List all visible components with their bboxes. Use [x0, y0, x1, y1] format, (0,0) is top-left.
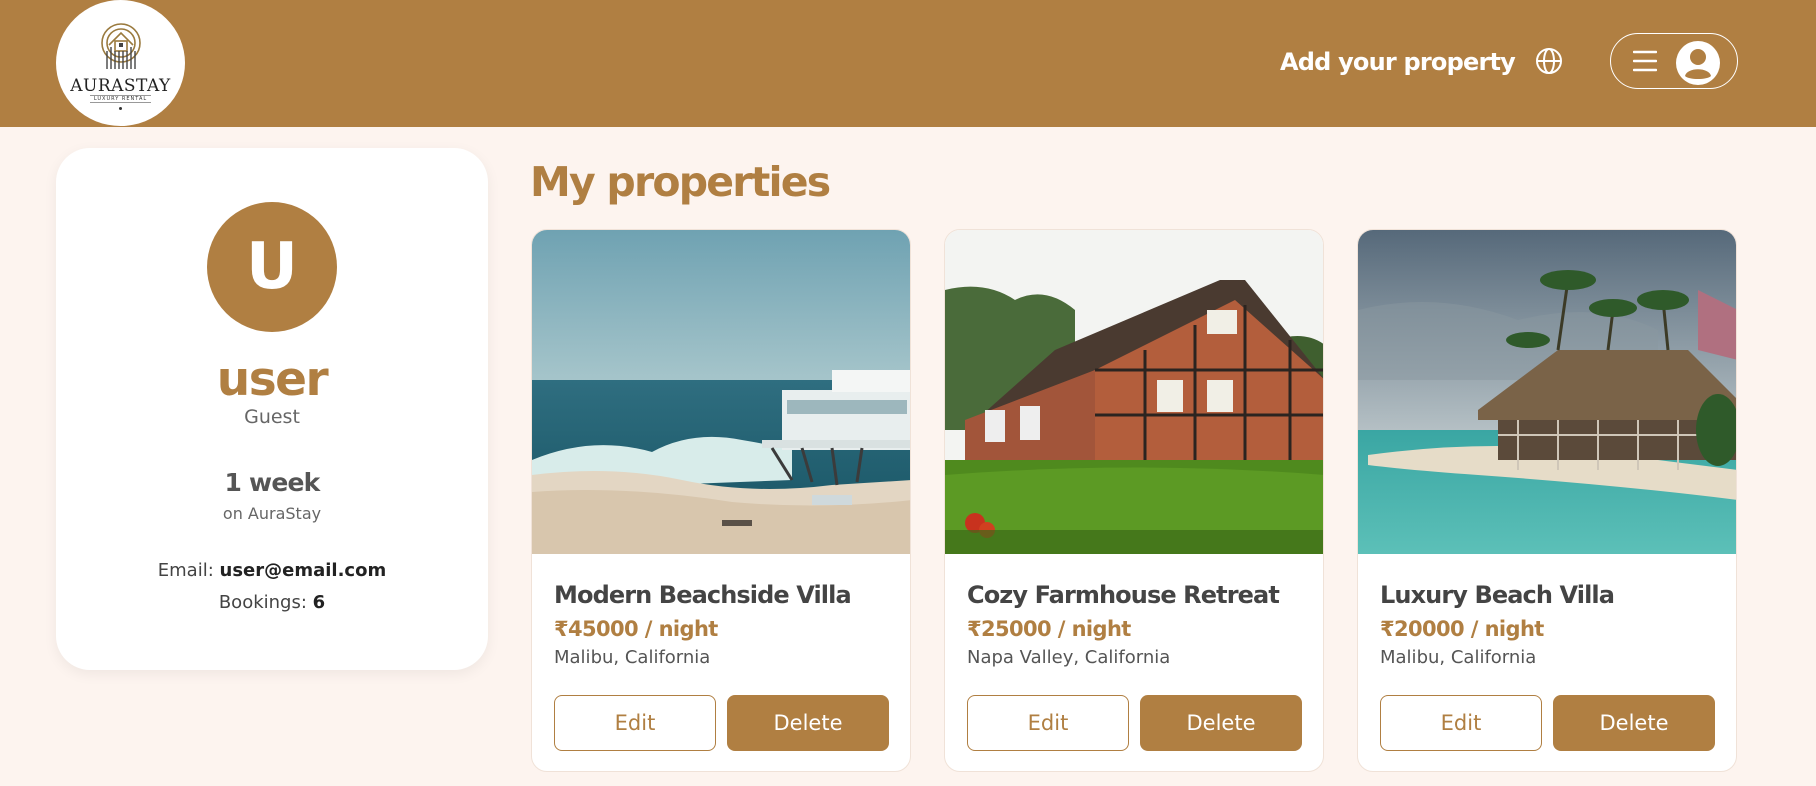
email-value: user@email.com: [219, 560, 387, 581]
email-label: Email:: [157, 560, 214, 581]
profile-avatar: U: [207, 202, 337, 332]
property-title: Luxury Beach Villa: [1380, 581, 1615, 609]
property-price: ₹20000 / night: [1380, 617, 1544, 641]
property-card[interactable]: Cozy Farmhouse Retreat ₹25000 / night Na…: [944, 229, 1324, 772]
user-avatar-icon: [1676, 41, 1720, 85]
property-price: ₹45000 / night: [554, 617, 718, 641]
property-photo[interactable]: [532, 230, 910, 554]
bookings-label: Bookings:: [218, 592, 307, 613]
delete-button[interactable]: Delete: [1140, 695, 1302, 751]
house-crest-icon: [100, 22, 141, 69]
logo-dot: [119, 106, 122, 110]
profile-bookings-row: Bookings: 6: [56, 592, 488, 613]
profile-role: Guest: [244, 406, 300, 428]
farmhouse-photo: [945, 230, 1323, 554]
property-location: Malibu, California: [554, 647, 711, 668]
page-title: My properties: [530, 158, 831, 206]
delete-button[interactable]: Delete: [727, 695, 889, 751]
hamburger-menu-icon: [1633, 50, 1657, 72]
profile-tenure: 1 week: [224, 468, 321, 497]
property-location: Napa Valley, California: [967, 647, 1171, 668]
edit-button[interactable]: Edit: [967, 695, 1129, 751]
profile-card: U user Guest 1 week on AuraStay Email: u…: [56, 148, 488, 670]
property-price: ₹25000 / night: [967, 617, 1131, 641]
bookings-count: 6: [312, 592, 326, 613]
edit-button[interactable]: Edit: [1380, 695, 1542, 751]
beach-villa-photo: [532, 230, 910, 554]
property-card[interactable]: Modern Beachside Villa ₹45000 / night Ma…: [531, 229, 911, 772]
logo-tagline: LUXURY RENTAL: [89, 94, 152, 103]
property-photo[interactable]: [945, 230, 1323, 554]
add-property-link[interactable]: Add your property: [1280, 44, 1516, 80]
profile-tenure-subtitle: on AuraStay: [222, 504, 322, 523]
edit-button[interactable]: Edit: [554, 695, 716, 751]
delete-button[interactable]: Delete: [1553, 695, 1715, 751]
property-title: Cozy Farmhouse Retreat: [967, 581, 1280, 609]
profile-name: user: [216, 352, 329, 407]
top-navbar: AURASTAY LUXURY RENTAL Add your property: [0, 0, 1816, 127]
property-location: Malibu, California: [1380, 647, 1537, 668]
property-card[interactable]: Luxury Beach Villa ₹20000 / night Malibu…: [1357, 229, 1737, 772]
luxury-beach-villa-photo: [1358, 230, 1736, 554]
profile-email-row: Email: user@email.com: [56, 560, 488, 581]
property-photo[interactable]: [1358, 230, 1736, 554]
globe-icon[interactable]: [1534, 46, 1564, 76]
user-menu-button[interactable]: [1610, 33, 1738, 89]
aurastay-logo[interactable]: AURASTAY LUXURY RENTAL: [56, 0, 185, 126]
logo-wordmark: AURASTAY: [70, 75, 171, 96]
property-title: Modern Beachside Villa: [554, 581, 852, 609]
